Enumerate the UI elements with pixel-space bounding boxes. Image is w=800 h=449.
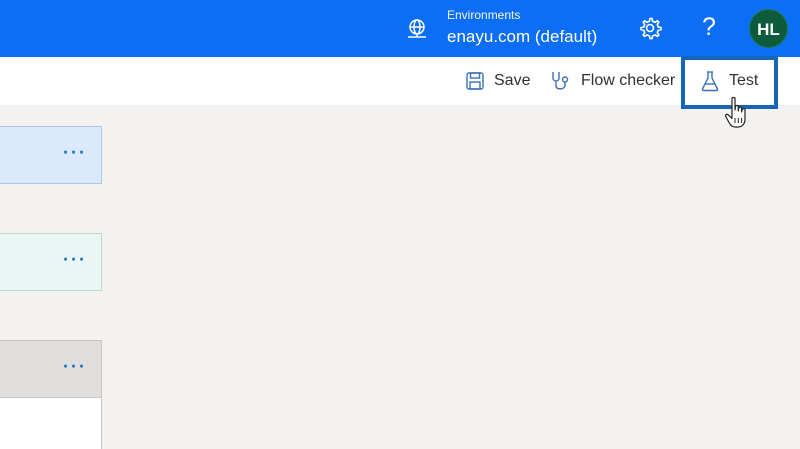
environments-label: Environments [447, 8, 521, 22]
environment-name: enayu.com (default) [447, 27, 598, 46]
more-options-icon[interactable]: ··· [63, 249, 87, 270]
avatar[interactable]: HL [749, 9, 788, 48]
flow-checker-button[interactable]: Flow checker [550, 69, 678, 93]
save-button[interactable]: Save [465, 69, 530, 93]
save-label: Save [494, 72, 531, 89]
flow-step-card[interactable]: ··· [0, 340, 102, 398]
flow-step-card-body [0, 398, 102, 449]
flow-checker-label: Flow checker [581, 72, 676, 89]
gear-icon[interactable] [637, 15, 663, 41]
save-icon [466, 72, 484, 90]
flow-step-card[interactable]: ··· [0, 233, 102, 291]
environment-globe-icon[interactable] [405, 17, 429, 41]
stethoscope-icon [552, 72, 569, 90]
environment-picker[interactable]: Environments enayu.com (default) [447, 7, 597, 48]
hand-cursor-icon [725, 96, 746, 128]
help-icon[interactable]: ? [698, 12, 720, 42]
flow-step-card[interactable]: ··· [0, 126, 102, 184]
more-options-icon[interactable]: ··· [63, 356, 87, 377]
command-bar: Save Flow checker Test [0, 57, 800, 105]
app-header: Environments enayu.com (default) ? HL [0, 0, 800, 57]
more-options-icon[interactable]: ··· [63, 142, 87, 163]
